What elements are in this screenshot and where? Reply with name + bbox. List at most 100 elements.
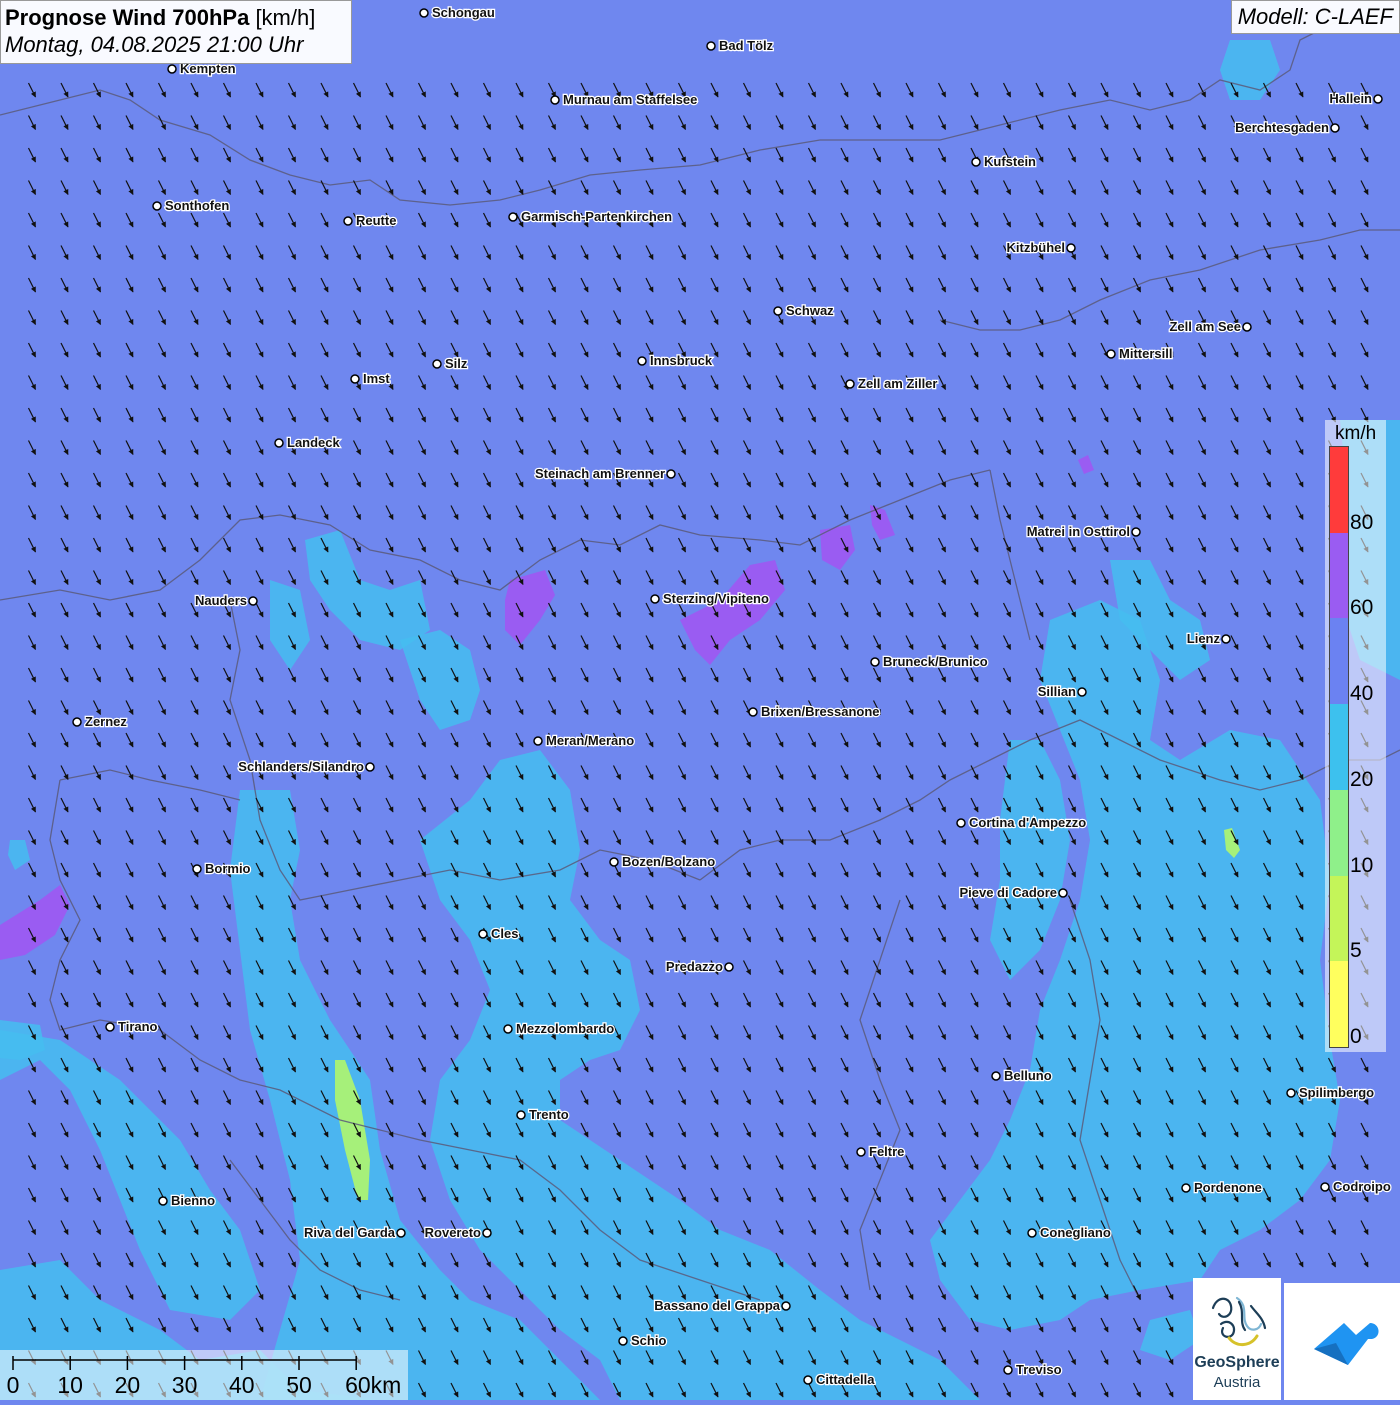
geosphere-austria-logo: GeoSphere Austria [1193,1278,1281,1400]
city-label: Matrei in Osttirol [1027,524,1130,539]
city-dot [533,736,543,746]
city-dot [152,201,162,211]
city-dot [158,1196,168,1206]
city-marker: Brixen/Bressanone [748,703,881,720]
city-label: Predazzo [666,959,723,974]
city-dot [365,762,375,772]
city-label: Bruneck/Brunico [883,654,988,669]
city-dot [803,1375,813,1385]
scale-label: 30 [171,1372,198,1398]
city-dot [1106,349,1116,359]
city-marker: Sterzing/Vipiteno [650,590,770,607]
scale-label: 10 [57,1372,83,1398]
city-dot [516,1110,526,1120]
city-label: Meran/Merano [546,733,634,748]
distance-scalebar: 0 10 20 30 40 50 60km [0,1350,408,1400]
city-label: Pieve di Cadore [959,885,1057,900]
city-marker: Innsbruck [637,352,714,369]
city-label: Sonthofen [165,198,229,213]
geosphere-logo-mark [1211,1296,1267,1346]
city-label: Spilimbergo [1299,1085,1374,1100]
scale-label: 50 [286,1372,312,1398]
weather-app-logo [1284,1283,1400,1400]
city-label: Imst [363,371,390,386]
city-label: Schio [631,1333,666,1348]
city-marker: Meran/Merano [533,732,635,749]
legend-label: 20 [1350,767,1374,791]
city-label: Hallein [1329,91,1372,106]
city-dot [1286,1088,1296,1098]
forecast-datetime: Montag, 04.08.2025 21:00 Uhr [5,32,304,57]
city-marker: Kitzbühel [1005,239,1076,256]
city-marker: Zell am Ziller [845,375,939,392]
city-label: Lienz [1187,631,1221,646]
city-label: Belluno [1004,1068,1052,1083]
city-dot [72,717,82,727]
city-dot [482,1228,492,1238]
city-label: Bozen/Bolzano [622,854,715,869]
city-dot [1003,1365,1013,1375]
city-marker: Steinach am Brenner [534,465,676,482]
city-dot [167,64,177,74]
city-label: Tirano [118,1019,158,1034]
city-label: Bassano del Grappa [654,1298,780,1313]
city-label: Kitzbühel [1007,240,1066,255]
city-marker: Garmisch-Partenkirchen [508,208,673,225]
city-dot [478,929,488,939]
city-label: Berchtesgaden [1235,120,1329,135]
city-label: Silz [445,356,468,371]
city-label: Reutte [356,213,396,228]
city-label: Rovereto [425,1225,481,1240]
city-marker: Murnau am Staffelsee [550,91,699,108]
city-dot [748,707,758,717]
city-label: Garmisch-Partenkirchen [521,209,672,224]
city-label: Schongau [432,5,495,20]
legend-label: 40 [1350,682,1374,706]
legend-color-step [1330,789,1348,876]
city-label: Codroipo [1333,1179,1391,1194]
city-dot [503,1024,513,1034]
legend-label: 5 [1350,939,1362,963]
city-label: Schlanders/Silandro [238,759,364,774]
city-dot [856,1147,866,1157]
city-dot [1320,1182,1330,1192]
model-label: Modell: C-LAEF [1230,0,1400,34]
scale-label: 20 [114,1372,141,1398]
title-panel: Prognose Wind 700hPa [km/h] Montag, 04.0… [0,0,352,64]
city-dot [419,8,429,18]
city-dot [192,864,202,874]
map-title: Prognose Wind 700hPa [km/h] [5,5,316,30]
city-dot [618,1336,628,1346]
city-label: Sterzing/Vipiteno [663,591,769,606]
city-label: Cittadella [816,1372,875,1387]
city-dot [1058,888,1068,898]
city-marker: Pieve di Cadore [958,884,1068,901]
city-dot [956,818,966,828]
city-dot [1066,243,1076,253]
geosphere-logo-subtext: Austria [1213,1374,1261,1391]
wind-map: SchongauBad TölzKemptenMurnau am Staffel… [0,0,1400,1400]
legend-color-step [1330,532,1348,619]
city-label: Conegliano [1040,1225,1111,1240]
city-dot [845,379,855,389]
city-marker: Bassano del Grappa [653,1297,791,1314]
city-marker: Pordenone [1181,1179,1263,1196]
city-marker: Predazzo [665,958,734,975]
city-label: Brixen/Bressanone [761,704,880,719]
city-dot [343,216,353,226]
legend-label: 0 [1350,1025,1362,1048]
city-dot [637,356,647,366]
city-label: Zernez [85,714,127,729]
city-marker: Riva del Garda [303,1224,406,1241]
city-dot [248,596,258,606]
city-label: Zell am Ziller [858,376,937,391]
city-dot [781,1301,791,1311]
city-dot [1242,322,1252,332]
city-dot [274,438,284,448]
scale-label: 40 [229,1372,255,1398]
city-dot [550,95,560,105]
city-marker: Sonthofen [152,197,231,214]
city-label: Feltre [869,1144,904,1159]
city-marker: Bruneck/Brunico [870,653,989,670]
city-label: Steinach am Brenner [535,466,665,481]
